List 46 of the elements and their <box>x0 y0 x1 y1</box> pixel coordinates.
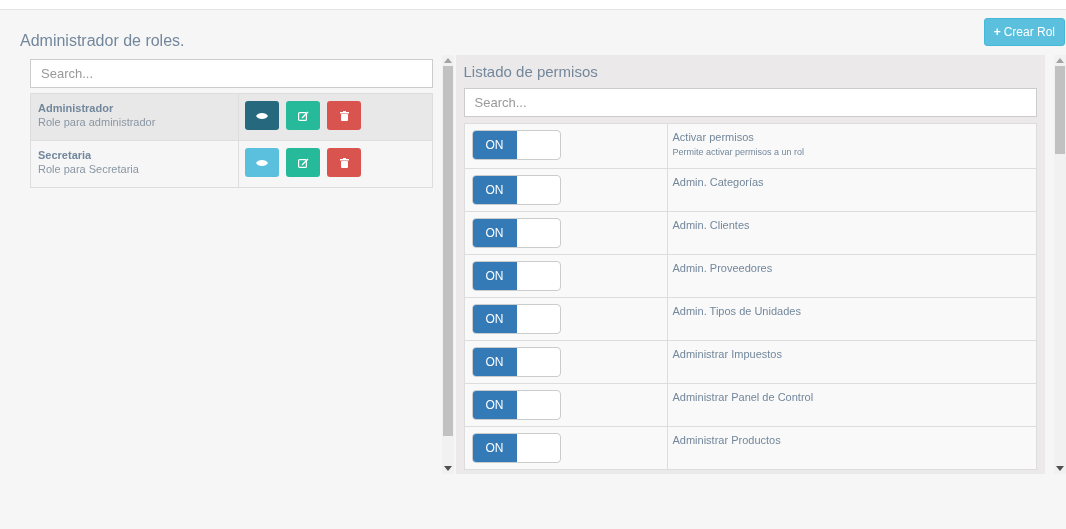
scroll-thumb[interactable] <box>1055 66 1065 154</box>
eye-icon <box>256 158 268 167</box>
toggle-switch[interactable]: ON <box>471 304 561 334</box>
eye-icon <box>256 111 268 120</box>
permission-name: Activar permisos <box>672 131 755 143</box>
trash-icon <box>339 110 349 121</box>
permission-name: Administrar Panel de Control <box>672 391 814 403</box>
permission-name: Administrar Productos <box>672 434 781 446</box>
role-description: Role para administrador <box>38 116 157 128</box>
page-title: Administrador de roles. <box>20 32 185 50</box>
scroll-up-icon[interactable] <box>1056 58 1064 63</box>
permission-description: Permite activar permisos a un rol <box>672 147 805 157</box>
edit-button[interactable] <box>286 101 320 130</box>
edit-button[interactable] <box>286 148 320 177</box>
role-description: Role para Secretaria <box>38 163 140 175</box>
toggle-switch[interactable]: ON <box>471 347 561 377</box>
scroll-down-icon[interactable] <box>443 466 452 471</box>
toggle-switch[interactable]: ON <box>471 390 561 420</box>
toggle-switch[interactable]: ON <box>471 433 561 463</box>
search-field[interactable]: Search... <box>30 59 433 88</box>
scrollbar[interactable] <box>441 55 454 474</box>
toggle-switch[interactable]: ON <box>471 261 561 291</box>
scroll-up-icon[interactable] <box>443 58 452 63</box>
edit-icon <box>297 110 309 121</box>
edit-icon <box>297 157 309 168</box>
permission-name: Admin. Tipos de Unidades <box>672 305 801 317</box>
toggle-switch[interactable]: ON <box>471 175 561 205</box>
delete-button[interactable] <box>327 101 361 130</box>
permission-name: Administrar Impuestos <box>672 348 782 360</box>
delete-button[interactable] <box>327 148 361 177</box>
search-field[interactable]: Search... <box>463 88 1038 117</box>
scroll-down-icon[interactable] <box>1056 466 1064 471</box>
permission-name: Admin. Clientes <box>672 219 750 231</box>
scroll-thumb[interactable] <box>442 66 453 436</box>
role-name: Secretaria <box>38 149 93 161</box>
trash-icon <box>339 157 349 168</box>
toggle-switch[interactable]: ON <box>471 130 561 160</box>
role-row[interactable]: Administrador Role para administrador <box>31 94 432 140</box>
permission-name: Admin. Categorías <box>672 176 764 188</box>
role-row[interactable]: Secretaria Role para Secretaria <box>31 140 432 187</box>
role-name: Administrador <box>38 102 115 114</box>
permission-name: Admin. Proveedores <box>672 262 773 274</box>
scrollbar[interactable] <box>1054 55 1066 474</box>
panel-title: Listado de permisos <box>463 63 599 80</box>
toggle-switch[interactable]: ON <box>471 218 561 248</box>
view-button[interactable] <box>245 101 279 130</box>
